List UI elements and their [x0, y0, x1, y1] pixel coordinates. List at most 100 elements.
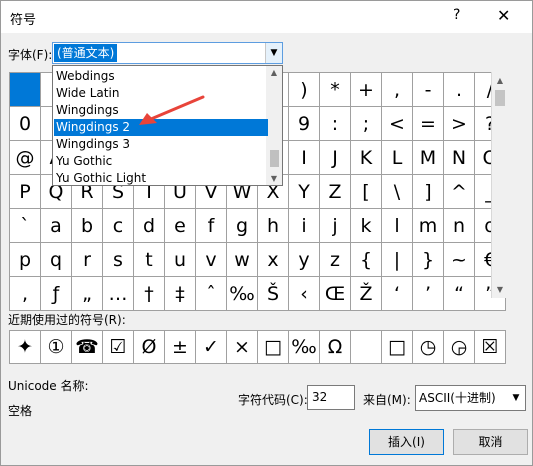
- symbol-cell[interactable]: :: [319, 106, 351, 141]
- recent-symbol-cell[interactable]: ☑: [102, 330, 134, 364]
- font-option[interactable]: Webdings: [54, 68, 268, 85]
- insert-button[interactable]: 插入(I): [369, 429, 444, 455]
- symbol-cell[interactable]: ;: [350, 106, 382, 141]
- recent-symbol-cell[interactable]: Ω: [319, 330, 351, 364]
- symbol-cell[interactable]: b: [71, 208, 103, 243]
- symbol-cell[interactable]: m: [412, 208, 444, 243]
- symbol-cell[interactable]: 9: [288, 106, 320, 141]
- recent-symbol-cell[interactable]: ✓: [195, 330, 227, 364]
- symbol-cell[interactable]: r: [71, 242, 103, 277]
- symbol-cell[interactable]: t: [133, 242, 165, 277]
- recent-symbol-cell[interactable]: ☎: [71, 330, 103, 364]
- symbol-cell[interactable]: 0: [9, 106, 41, 141]
- symbol-cell[interactable]: ~: [443, 242, 475, 277]
- recent-symbol-cell[interactable]: ✦: [9, 330, 41, 364]
- symbol-grid-scrollbar[interactable]: ▲ ▼: [491, 72, 508, 298]
- symbol-cell[interactable]: Œ: [319, 276, 351, 311]
- symbol-cell[interactable]: Ž: [350, 276, 382, 311]
- symbol-cell[interactable]: w: [226, 242, 258, 277]
- symbol-cell[interactable]: n: [443, 208, 475, 243]
- symbol-cell[interactable]: ,: [381, 72, 413, 107]
- symbol-cell[interactable]: [: [350, 174, 382, 209]
- symbol-cell[interactable]: ‘: [381, 276, 413, 311]
- symbol-cell[interactable]: L: [381, 140, 413, 175]
- symbol-cell[interactable]: ,: [9, 276, 41, 311]
- symbol-cell[interactable]: a: [40, 208, 72, 243]
- symbol-cell[interactable]: u: [164, 242, 196, 277]
- symbol-cell[interactable]: -: [412, 72, 444, 107]
- recent-symbol-cell[interactable]: ◷: [412, 330, 444, 364]
- recent-symbol-cell[interactable]: ±: [164, 330, 196, 364]
- recent-symbol-cell[interactable]: ◶: [443, 330, 475, 364]
- symbol-cell[interactable]: [9, 72, 41, 107]
- symbol-cell[interactable]: …: [102, 276, 134, 311]
- symbol-cell[interactable]: ’: [412, 276, 444, 311]
- scroll-up-icon[interactable]: ▲: [492, 72, 508, 89]
- symbol-cell[interactable]: ƒ: [40, 276, 72, 311]
- symbol-cell[interactable]: y: [288, 242, 320, 277]
- symbol-cell[interactable]: h: [257, 208, 289, 243]
- cancel-button[interactable]: 取消: [453, 429, 528, 455]
- font-option[interactable]: Yu Gothic Light: [54, 170, 268, 187]
- symbol-cell[interactable]: Y: [288, 174, 320, 209]
- symbol-cell[interactable]: }: [412, 242, 444, 277]
- scroll-down-icon[interactable]: ▼: [266, 174, 282, 183]
- symbol-cell[interactable]: <: [381, 106, 413, 141]
- symbol-cell[interactable]: g: [226, 208, 258, 243]
- font-option[interactable]: Wingdings 3: [54, 136, 268, 153]
- symbol-cell[interactable]: `: [9, 208, 41, 243]
- symbol-cell[interactable]: @: [9, 140, 41, 175]
- symbol-cell[interactable]: ‰: [226, 276, 258, 311]
- symbol-cell[interactable]: ^: [443, 174, 475, 209]
- recent-symbol-cell[interactable]: □: [381, 330, 413, 364]
- from-select[interactable]: ASCII(十进制) ▼: [415, 385, 526, 411]
- symbol-cell[interactable]: „: [71, 276, 103, 311]
- chevron-down-icon[interactable]: ▼: [265, 43, 282, 63]
- symbol-cell[interactable]: z: [319, 242, 351, 277]
- symbol-cell[interactable]: J: [319, 140, 351, 175]
- recent-symbol-cell[interactable]: ×: [226, 330, 258, 364]
- symbol-cell[interactable]: |: [381, 242, 413, 277]
- symbol-cell[interactable]: q: [40, 242, 72, 277]
- symbol-cell[interactable]: ˆ: [195, 276, 227, 311]
- symbol-cell[interactable]: {: [350, 242, 382, 277]
- symbol-cell[interactable]: P: [9, 174, 41, 209]
- symbol-cell[interactable]: .: [443, 72, 475, 107]
- chevron-down-icon[interactable]: ▼: [507, 386, 525, 410]
- symbol-cell[interactable]: s: [102, 242, 134, 277]
- symbol-cell[interactable]: d: [133, 208, 165, 243]
- symbol-cell[interactable]: K: [350, 140, 382, 175]
- font-combobox[interactable]: (普通文本) ▼: [52, 42, 283, 64]
- recent-symbol-cell[interactable]: ①: [40, 330, 72, 364]
- symbol-cell[interactable]: ): [288, 72, 320, 107]
- symbol-cell[interactable]: >: [443, 106, 475, 141]
- symbol-cell[interactable]: k: [350, 208, 382, 243]
- symbol-cell[interactable]: ‡: [164, 276, 196, 311]
- scroll-up-icon[interactable]: ▲: [266, 68, 282, 77]
- symbol-cell[interactable]: e: [164, 208, 196, 243]
- symbol-cell[interactable]: \: [381, 174, 413, 209]
- symbol-cell[interactable]: x: [257, 242, 289, 277]
- symbol-cell[interactable]: v: [195, 242, 227, 277]
- symbol-cell[interactable]: ‹: [288, 276, 320, 311]
- scroll-down-icon[interactable]: ▼: [492, 281, 508, 298]
- char-code-input[interactable]: 32: [307, 385, 355, 410]
- symbol-cell[interactable]: j: [319, 208, 351, 243]
- symbol-cell[interactable]: ]: [412, 174, 444, 209]
- recent-symbol-cell[interactable]: Ø: [133, 330, 165, 364]
- scroll-thumb[interactable]: [495, 90, 505, 106]
- symbol-cell[interactable]: f: [195, 208, 227, 243]
- symbol-cell[interactable]: l: [381, 208, 413, 243]
- dropdown-scrollbar[interactable]: ▲ ▼: [266, 66, 282, 185]
- symbol-cell[interactable]: p: [9, 242, 41, 277]
- recent-symbol-cell[interactable]: [350, 330, 382, 364]
- symbol-cell[interactable]: M: [412, 140, 444, 175]
- font-option[interactable]: Yu Gothic: [54, 153, 268, 170]
- recent-symbol-cell[interactable]: ‰: [288, 330, 320, 364]
- symbol-cell[interactable]: Z: [319, 174, 351, 209]
- symbol-cell[interactable]: i: [288, 208, 320, 243]
- symbol-cell[interactable]: c: [102, 208, 134, 243]
- symbol-cell[interactable]: I: [288, 140, 320, 175]
- symbol-cell[interactable]: Š: [257, 276, 289, 311]
- symbol-cell[interactable]: *: [319, 72, 351, 107]
